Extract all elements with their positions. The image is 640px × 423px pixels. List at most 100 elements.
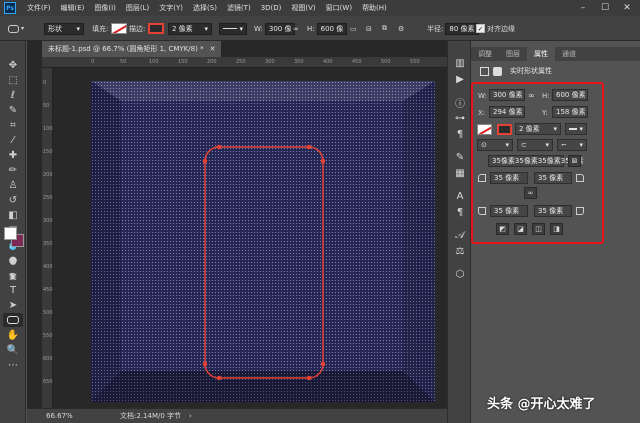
close-icon[interactable]: ✕ bbox=[616, 0, 638, 16]
chevron-down-icon: ▾ bbox=[579, 141, 583, 149]
path-select-tool-icon[interactable]: ➤ bbox=[3, 298, 23, 312]
eyedropper-tool-icon[interactable]: ⁄ bbox=[3, 133, 23, 147]
corners-summary-field[interactable]: 35像素35像素35像素35像素 bbox=[488, 155, 584, 167]
move-tool-icon[interactable]: ✥ bbox=[3, 58, 23, 72]
w-field[interactable]: 300 像素 bbox=[489, 89, 525, 101]
fill-swatch[interactable] bbox=[477, 124, 492, 135]
minimize-icon[interactable]: – bbox=[572, 0, 594, 16]
radius-field[interactable]: 80 像素 bbox=[445, 22, 480, 35]
subtract-shapes-icon[interactable]: ◪ bbox=[514, 223, 527, 235]
play-actions-icon[interactable]: ▶ bbox=[453, 72, 467, 86]
screen-mode-icon[interactable]: ▣ bbox=[3, 269, 23, 283]
history-icon[interactable]: ▥ bbox=[453, 56, 467, 70]
stroke-width-field[interactable]: 2 像素 ▾ bbox=[168, 22, 212, 35]
menu-layer[interactable]: 图层(L) bbox=[121, 3, 154, 13]
stamp-tool-icon[interactable]: ♙ bbox=[3, 178, 23, 192]
brush-tool-icon[interactable]: ✏ bbox=[3, 163, 23, 177]
swatches-icon[interactable]: ▦ bbox=[453, 166, 467, 180]
tool-preset-picker[interactable]: ▾ bbox=[8, 22, 24, 35]
paragraph-style-icon[interactable]: ¶ bbox=[453, 127, 467, 141]
stroke-corner-select[interactable]: ⌐ ▾ bbox=[557, 139, 587, 151]
w-field[interactable]: 300 像 bbox=[264, 22, 295, 35]
glyphs-icon[interactable]: 𝒜 bbox=[453, 228, 467, 242]
zoom-level[interactable]: 66.67% bbox=[46, 412, 96, 420]
hand-tool-icon[interactable]: ✋ bbox=[3, 328, 23, 342]
stroke-width-field[interactable]: 2 像素 ▾ bbox=[515, 123, 561, 135]
link-corners-icon[interactable]: ∞ bbox=[524, 187, 537, 199]
corner-tl-field[interactable]: 35 像素 bbox=[490, 172, 528, 184]
ruler-tick-label: 50 bbox=[43, 103, 50, 109]
zoom-tool-icon[interactable]: 🔍 bbox=[3, 343, 23, 357]
menu-image[interactable]: 图像(I) bbox=[89, 3, 121, 13]
menu-window[interactable]: 窗口(W) bbox=[321, 3, 357, 13]
corner-bl-value: 35 像素 bbox=[494, 207, 520, 215]
corner-br-field[interactable]: 35 像素 bbox=[534, 205, 572, 217]
rounded-rectangle-tool-icon[interactable] bbox=[3, 313, 23, 327]
link-icon[interactable]: ∞ bbox=[293, 22, 299, 35]
mode-select[interactable]: 形状 ▾ bbox=[44, 22, 84, 35]
menu-3d[interactable]: 3D(D) bbox=[256, 4, 287, 12]
lasso-tool-icon[interactable]: ℓ bbox=[3, 88, 23, 102]
stroke-type-select[interactable]: ▾ bbox=[565, 123, 587, 135]
type-tool-icon[interactable]: T bbox=[3, 283, 23, 297]
stroke-swatch[interactable] bbox=[497, 124, 512, 135]
character-icon[interactable]: A bbox=[453, 189, 467, 203]
quick-select-tool-icon[interactable]: ✎ bbox=[3, 103, 23, 117]
tab-adjustments[interactable]: 调整 bbox=[471, 47, 499, 61]
rounded-rectangle-shape[interactable] bbox=[198, 140, 330, 385]
stroke-cap-select[interactable]: ⊂ ▾ bbox=[517, 139, 553, 151]
path-align-icon[interactable]: ⊟ bbox=[366, 22, 372, 35]
menu-edit[interactable]: 编辑(E) bbox=[56, 3, 90, 13]
maximize-icon[interactable]: ☐ bbox=[594, 0, 616, 16]
stroke-swatch[interactable] bbox=[148, 23, 165, 34]
link-icon[interactable]: ∞ bbox=[528, 91, 535, 100]
exclude-shapes-icon[interactable]: ◨ bbox=[550, 223, 563, 235]
close-icon[interactable]: ✕ bbox=[210, 45, 216, 53]
x-field[interactable]: 294 像素 bbox=[489, 106, 525, 118]
intersect-shapes-icon[interactable]: ◫ bbox=[532, 223, 545, 235]
h-field[interactable]: 600 像 bbox=[316, 22, 347, 35]
more-tools-icon[interactable]: ⋯ bbox=[3, 358, 23, 372]
menu-select[interactable]: 选择(S) bbox=[188, 3, 222, 13]
stroke-align-select[interactable]: ⊙ ▾ bbox=[477, 139, 513, 151]
chevron-right-icon[interactable]: › bbox=[189, 412, 192, 420]
document-info[interactable]: 文档:2.14M/0 字节 bbox=[120, 411, 181, 421]
tab-layers[interactable]: 图层 bbox=[499, 47, 527, 61]
paragraph-icon[interactable]: ¶ bbox=[453, 205, 467, 219]
align-edges-checkbox[interactable]: ✓ 对齐边缘 bbox=[476, 22, 515, 35]
document-tab[interactable]: 未标题-1.psd @ 66.7% (圆角矩形 1, CMYK/8) * ✕ bbox=[42, 41, 222, 57]
tab-properties[interactable]: 属性 bbox=[527, 47, 555, 61]
fill-swatch[interactable] bbox=[111, 23, 128, 34]
corner-bl-field[interactable]: 35 像素 bbox=[490, 205, 528, 217]
foreground-color-swatch[interactable] bbox=[4, 227, 17, 240]
settings-gear-icon[interactable]: ⚙ bbox=[398, 22, 404, 35]
y-field[interactable]: 158 像素 bbox=[552, 106, 588, 118]
anchor-point bbox=[306, 375, 312, 381]
anchor-point bbox=[216, 144, 222, 150]
corner-tr-field[interactable]: 35 像素 bbox=[534, 172, 572, 184]
brush-settings-icon[interactable]: ✎ bbox=[453, 150, 467, 164]
menu-view[interactable]: 视图(V) bbox=[286, 3, 320, 13]
h-field[interactable]: 600 像素 bbox=[552, 89, 588, 101]
quick-mask-icon[interactable]: ◎ bbox=[3, 254, 23, 268]
marquee-tool-icon[interactable]: ⬚ bbox=[3, 73, 23, 87]
path-ops-icon[interactable]: ▭ bbox=[350, 22, 357, 35]
history-brush-tool-icon[interactable]: ↺ bbox=[3, 193, 23, 207]
combine-shapes-icon[interactable]: ◩ bbox=[496, 223, 509, 235]
tool-presets-icon[interactable]: ⚖ bbox=[453, 244, 467, 258]
info-icon[interactable]: ⓘ bbox=[453, 95, 467, 110]
reset-corners-icon[interactable]: ⊠ bbox=[568, 155, 581, 167]
3d-icon[interactable]: ⬡ bbox=[453, 267, 467, 281]
path-arrange-icon[interactable]: ⧉ bbox=[382, 22, 387, 35]
menu-type[interactable]: 文字(Y) bbox=[154, 3, 188, 13]
crop-tool-icon[interactable]: ⌗ bbox=[3, 118, 23, 132]
panel-tabs: 调整 图层 属性 通道 bbox=[471, 47, 640, 61]
menu-filter[interactable]: 滤镜(T) bbox=[222, 3, 256, 13]
stroke-type-select[interactable]: ▾ bbox=[219, 22, 247, 35]
menu-help[interactable]: 帮助(H) bbox=[357, 3, 392, 13]
healing-brush-tool-icon[interactable]: ✚ bbox=[3, 148, 23, 162]
menu-file[interactable]: 文件(F) bbox=[22, 3, 56, 13]
adjust-icon[interactable]: ⊶ bbox=[453, 111, 467, 125]
eraser-tool-icon[interactable]: ◧ bbox=[3, 208, 23, 222]
tab-channels[interactable]: 通道 bbox=[555, 47, 583, 61]
